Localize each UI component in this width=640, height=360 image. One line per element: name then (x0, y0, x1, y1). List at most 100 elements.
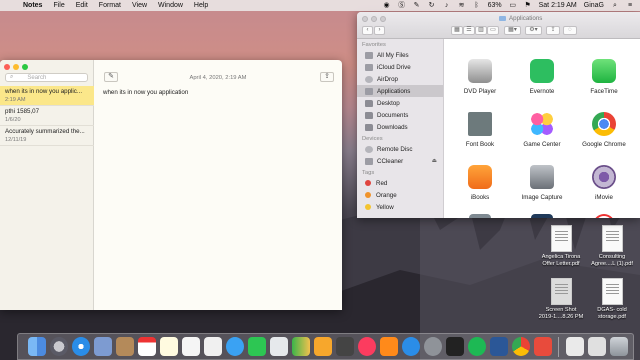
messages-icon[interactable] (226, 337, 244, 356)
notes-icon[interactable] (160, 337, 178, 356)
menu-list-icon[interactable]: ≡ (626, 2, 634, 9)
finder-title-label: Applications (509, 15, 543, 22)
menubar-clock[interactable]: Sat 2:19 AM (539, 2, 577, 9)
menu-format[interactable]: Format (99, 2, 121, 9)
trash-icon[interactable] (610, 337, 628, 356)
close-button[interactable] (362, 16, 368, 22)
share-icon[interactable]: ⇪ (320, 72, 334, 82)
menu-view[interactable]: View (132, 2, 147, 9)
reminders-icon[interactable] (182, 337, 200, 356)
note-title: when its in now you applic... (5, 88, 83, 95)
app-image-capture[interactable]: Image Capture (511, 165, 573, 201)
menu-help[interactable]: Help (194, 2, 208, 9)
list-item[interactable]: when its in now you applic... 2:19 AM (0, 86, 94, 106)
back-button[interactable]: ‹ (362, 26, 373, 35)
system-preferences-icon[interactable] (424, 337, 442, 356)
battery-icon[interactable]: ▭ (509, 2, 517, 9)
launchpad-icon[interactable] (50, 337, 68, 356)
app-imovie[interactable]: iMovie (573, 165, 635, 201)
cover-flow-button[interactable]: ▭ (487, 26, 499, 35)
image-capture-icon (530, 165, 554, 189)
flag-icon[interactable]: ⚑ (524, 2, 532, 9)
sidebar-item-downloads[interactable]: Downloads (357, 121, 443, 133)
menubar-user[interactable]: GinaG (584, 2, 604, 9)
record-icon[interactable]: ◉ (383, 2, 391, 9)
app-ibooks[interactable]: iBooks (449, 165, 511, 201)
sidebar-item-airdrop[interactable]: AirDrop (357, 73, 443, 85)
close-button[interactable] (4, 64, 10, 70)
battery-percent[interactable]: 63% (488, 2, 502, 9)
mail-icon[interactable] (336, 337, 354, 356)
app-font-book[interactable]: Font Book (449, 112, 511, 148)
arrange-button[interactable]: ▦▾ (504, 26, 521, 35)
zoom-button[interactable] (380, 16, 386, 22)
ibooks-icon[interactable] (380, 337, 398, 356)
desktop-file-dgas[interactable]: DGAS- cold storage.pdf (580, 278, 640, 320)
imovie-icon (592, 165, 616, 189)
evernote-menu-icon[interactable]: ✎ (413, 2, 421, 9)
numbers-icon[interactable] (292, 337, 310, 356)
desktop-file-consulting[interactable]: Consulting Agree....L (1).pdf (580, 225, 640, 267)
sidebar-item-icloud-drive[interactable]: iCloud Drive (357, 61, 443, 73)
sidebar-item-applications[interactable]: Applications (357, 85, 443, 97)
zoom-button[interactable] (22, 64, 28, 70)
document-icon[interactable] (566, 337, 584, 356)
action-gear-button[interactable]: ⚙▾ (525, 26, 542, 35)
photos-icon[interactable] (270, 337, 288, 356)
sync-icon[interactable]: ↻ (428, 2, 436, 9)
app-google-chrome[interactable]: Google Chrome (573, 112, 635, 148)
search-icon[interactable]: ⌕ (611, 2, 619, 9)
sidebar-item-all-my-files[interactable]: All My Files (357, 49, 443, 61)
sidebar-tag-yellow[interactable]: Yellow (357, 201, 443, 213)
facetime-icon[interactable] (248, 337, 266, 356)
app-icon[interactable] (534, 337, 552, 356)
sidebar-tag-red[interactable]: Red (357, 177, 443, 189)
menu-window[interactable]: Window (158, 2, 183, 9)
search-input[interactable]: ⌕ Search (5, 73, 88, 82)
terminal-icon[interactable] (446, 337, 464, 356)
sidebar-item-ccleaner[interactable]: CCleaner ⏏ (357, 155, 443, 167)
skype-icon[interactable]: Ⓢ (398, 2, 406, 9)
share-button[interactable]: ⇪ (546, 26, 560, 35)
sidebar-item-remote-disc[interactable]: Remote Disc (357, 143, 443, 155)
list-item[interactable]: Accurately summarized the... 12/11/19 (0, 126, 94, 146)
menu-edit[interactable]: Edit (76, 2, 88, 9)
keynote-icon[interactable] (314, 337, 332, 356)
volume-icon[interactable]: ♪ (443, 2, 451, 9)
safari-icon[interactable] (72, 337, 90, 356)
word-icon[interactable] (490, 337, 508, 356)
app-dvd-player[interactable]: DVD Player (449, 59, 511, 95)
bluetooth-icon[interactable]: ᛒ (473, 2, 481, 9)
minimize-button[interactable] (13, 64, 19, 70)
chrome-icon[interactable] (512, 337, 530, 356)
sidebar-item-documents[interactable]: Documents (357, 109, 443, 121)
column-view-button[interactable]: ▥ (475, 26, 487, 35)
edit-tags-button[interactable]: ◌ (563, 26, 577, 35)
photo-icon[interactable] (94, 337, 112, 356)
app-game-center[interactable]: Game Center (511, 112, 573, 148)
note-body[interactable]: when its in now you application (103, 89, 188, 96)
icon-view-button[interactable]: ▦ (451, 26, 463, 35)
calendar-icon[interactable] (138, 337, 156, 356)
note-date: 1/6/20 (5, 117, 21, 123)
menu-file[interactable]: File (53, 2, 64, 9)
contacts-icon[interactable] (116, 337, 134, 356)
list-view-button[interactable]: ☰ (463, 26, 475, 35)
sidebar-tag-orange[interactable]: Orange (357, 189, 443, 201)
spotify-icon[interactable] (468, 337, 486, 356)
app-store-icon[interactable] (402, 337, 420, 356)
app-facetime[interactable]: FaceTime (573, 59, 635, 95)
textedit-icon[interactable] (204, 337, 222, 356)
itunes-icon[interactable] (358, 337, 376, 356)
list-item[interactable]: pthi 1585,07 1/6/20 (0, 106, 94, 126)
minimize-button[interactable] (371, 16, 377, 22)
wifi-icon[interactable]: ≋ (458, 2, 466, 9)
document-icon[interactable] (588, 337, 606, 356)
eject-icon[interactable]: ⏏ (432, 158, 437, 164)
finder-icon[interactable] (28, 337, 46, 356)
sidebar-item-desktop[interactable]: Desktop (357, 97, 443, 109)
forward-button[interactable]: › (374, 26, 385, 35)
note-editor[interactable]: ✎ April 4, 2020, 2:19 AM ⇪ when its in n… (94, 60, 342, 310)
app-evernote[interactable]: Evernote (511, 59, 573, 95)
menu-app-notes[interactable]: Notes (23, 2, 42, 9)
